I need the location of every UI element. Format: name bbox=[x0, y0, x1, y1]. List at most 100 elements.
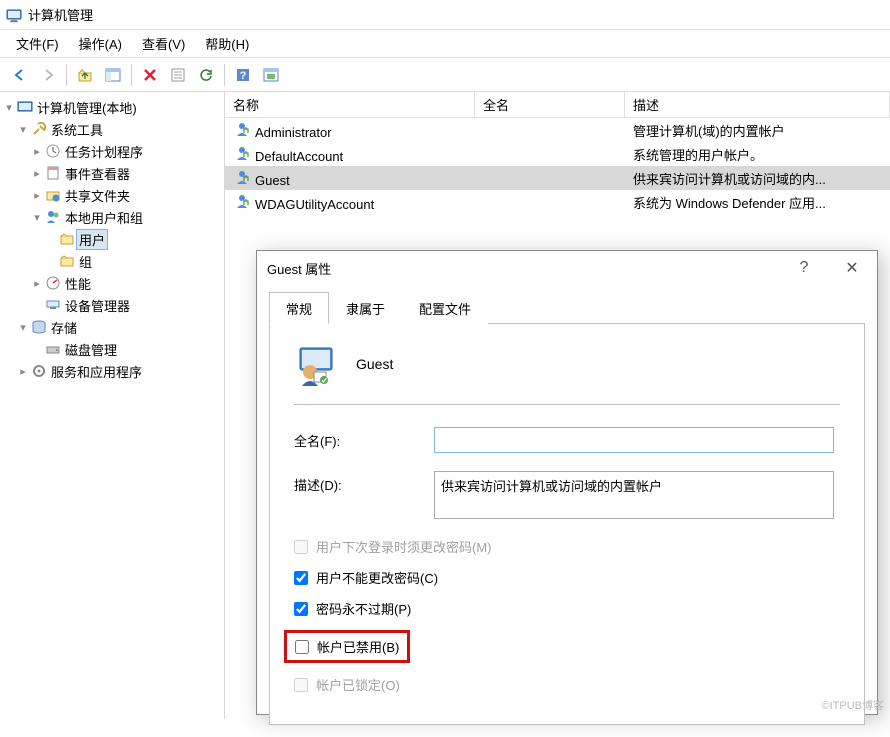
tree-storage[interactable]: ▾ 存储 bbox=[2, 316, 222, 338]
expand-icon[interactable]: ▸ bbox=[30, 277, 44, 290]
expand-icon[interactable]: ▸ bbox=[30, 145, 44, 158]
menu-help[interactable]: 帮助(H) bbox=[195, 30, 259, 57]
chk-disabled[interactable]: 帐户已禁用(B) bbox=[295, 637, 399, 656]
chk-locked: 帐户已锁定(O) bbox=[294, 675, 840, 694]
close-button[interactable]: ✕ bbox=[837, 258, 867, 278]
chk-locked-label: 帐户已锁定(O) bbox=[316, 675, 400, 694]
tree-sharedfolders[interactable]: ▸ 共享文件夹 bbox=[2, 184, 222, 206]
fullname-label: 全名(F): bbox=[294, 431, 434, 450]
tree-label: 设备管理器 bbox=[62, 295, 133, 316]
forward-button[interactable] bbox=[36, 63, 60, 87]
col-name[interactable]: 名称 bbox=[225, 92, 475, 118]
collapse-icon[interactable]: ▾ bbox=[30, 211, 44, 224]
tree-label: 任务计划程序 bbox=[62, 141, 146, 162]
fullname-input[interactable] bbox=[434, 427, 834, 453]
tree-services[interactable]: ▸ 服务和应用程序 bbox=[2, 360, 222, 382]
chk-disabled-box[interactable] bbox=[295, 640, 309, 654]
properties-button[interactable] bbox=[166, 63, 190, 87]
col-desc[interactable]: 描述 bbox=[625, 92, 890, 118]
tree-label: 事件查看器 bbox=[62, 163, 133, 184]
collapse-icon[interactable]: ▾ bbox=[16, 321, 30, 334]
chk-mustchange-box bbox=[294, 540, 308, 554]
refresh-button[interactable] bbox=[194, 63, 218, 87]
help-button[interactable]: ? bbox=[789, 259, 819, 277]
tree-eventviewer[interactable]: ▸ 事件查看器 bbox=[2, 162, 222, 184]
nav-tree[interactable]: ▾ 计算机管理(本地) ▾ 系统工具 ▸ 任务计划程序 ▸ 事件查看器 ▸ 共享… bbox=[0, 92, 225, 719]
cell-desc: 管理计算机(域)的内置帐户 bbox=[625, 119, 890, 142]
window-title: 计算机管理 bbox=[28, 5, 93, 24]
menu-file[interactable]: 文件(F) bbox=[6, 30, 69, 57]
tree-diskmgmt[interactable]: 磁盘管理 bbox=[2, 338, 222, 360]
services-icon bbox=[30, 363, 48, 379]
tree-label: 本地用户和组 bbox=[62, 207, 146, 228]
cell-name: Guest bbox=[255, 173, 290, 188]
up-button[interactable] bbox=[73, 63, 97, 87]
list-row[interactable]: WDAGUtilityAccount系统为 Windows Defender 应… bbox=[225, 190, 890, 214]
tree-label: 计算机管理(本地) bbox=[34, 97, 140, 118]
user-icon bbox=[233, 145, 251, 161]
list-row[interactable]: DefaultAccount系统管理的用户帐户。 bbox=[225, 142, 890, 166]
svg-text:?: ? bbox=[240, 70, 247, 82]
folder-icon bbox=[58, 253, 76, 269]
tree-label: 系统工具 bbox=[48, 119, 106, 140]
tree-label: 共享文件夹 bbox=[62, 185, 133, 206]
list-row[interactable]: Administrator管理计算机(域)的内置帐户 bbox=[225, 118, 890, 142]
tree-perf[interactable]: ▸ 性能 bbox=[2, 272, 222, 294]
desc-input[interactable] bbox=[434, 471, 834, 519]
chk-neverexpire[interactable]: 密码永不过期(P) bbox=[294, 599, 840, 618]
highlight-box: 帐户已禁用(B) bbox=[284, 630, 410, 663]
users-icon bbox=[44, 209, 62, 225]
user-icon bbox=[294, 342, 338, 386]
collapse-icon[interactable]: ▾ bbox=[2, 101, 16, 114]
tree-tasksched[interactable]: ▸ 任务计划程序 bbox=[2, 140, 222, 162]
tree-groups[interactable]: 组 bbox=[2, 250, 222, 272]
cell-fullname bbox=[475, 152, 625, 156]
tab-general[interactable]: 常规 bbox=[269, 292, 329, 324]
tree-systools[interactable]: ▾ 系统工具 bbox=[2, 118, 222, 140]
chk-cantchange[interactable]: 用户不能更改密码(C) bbox=[294, 568, 840, 587]
cell-desc: 系统为 Windows Defender 应用... bbox=[625, 191, 890, 214]
tools-icon bbox=[30, 121, 48, 137]
perf-icon bbox=[44, 275, 62, 291]
chk-disabled-label: 帐户已禁用(B) bbox=[317, 637, 399, 656]
tab-strip: 常规 隶属于 配置文件 bbox=[269, 291, 865, 324]
list-row[interactable]: Guest供来宾访问计算机或访问域的内... bbox=[225, 166, 890, 190]
list-header: 名称 全名 描述 bbox=[225, 92, 890, 118]
dialog-title: Guest 属性 bbox=[267, 259, 331, 278]
delete-button[interactable] bbox=[138, 63, 162, 87]
storage-icon bbox=[30, 319, 48, 335]
col-fullname[interactable]: 全名 bbox=[475, 92, 625, 118]
cell-desc: 系统管理的用户帐户。 bbox=[625, 143, 890, 166]
expand-icon[interactable]: ▸ bbox=[30, 189, 44, 202]
disk-icon bbox=[44, 341, 62, 357]
tree-devmgr[interactable]: 设备管理器 bbox=[2, 294, 222, 316]
expand-icon[interactable]: ▸ bbox=[30, 167, 44, 180]
tree-root[interactable]: ▾ 计算机管理(本地) bbox=[2, 96, 222, 118]
chk-mustchange-label: 用户下次登录时须更改密码(M) bbox=[316, 537, 492, 556]
tree-label: 服务和应用程序 bbox=[48, 361, 145, 382]
watermark: ©ITPUB博客 bbox=[822, 697, 885, 713]
menu-action[interactable]: 操作(A) bbox=[69, 30, 132, 57]
desc-label: 描述(D): bbox=[294, 471, 434, 494]
chk-neverexpire-box[interactable] bbox=[294, 602, 308, 616]
chk-cantchange-box[interactable] bbox=[294, 571, 308, 585]
collapse-icon[interactable]: ▾ bbox=[16, 123, 30, 136]
username-label: Guest bbox=[356, 356, 393, 372]
chk-neverexpire-label: 密码永不过期(P) bbox=[316, 599, 411, 618]
menu-view[interactable]: 查看(V) bbox=[132, 30, 195, 57]
tree-users[interactable]: 用户 bbox=[2, 228, 222, 250]
chk-cantchange-label: 用户不能更改密码(C) bbox=[316, 568, 438, 587]
user-icon bbox=[233, 121, 251, 137]
separator bbox=[131, 64, 132, 86]
settings-button[interactable] bbox=[259, 63, 283, 87]
help-button[interactable]: ? bbox=[231, 63, 255, 87]
back-button[interactable] bbox=[8, 63, 32, 87]
expand-icon[interactable]: ▸ bbox=[16, 365, 30, 378]
tab-profile[interactable]: 配置文件 bbox=[402, 292, 488, 324]
tree-localusers[interactable]: ▾ 本地用户和组 bbox=[2, 206, 222, 228]
dialog-titlebar[interactable]: Guest 属性 ? ✕ bbox=[257, 251, 877, 285]
cell-fullname bbox=[475, 128, 625, 132]
tab-memberof[interactable]: 隶属于 bbox=[329, 292, 402, 324]
cell-fullname bbox=[475, 176, 625, 180]
show-hide-tree-button[interactable] bbox=[101, 63, 125, 87]
